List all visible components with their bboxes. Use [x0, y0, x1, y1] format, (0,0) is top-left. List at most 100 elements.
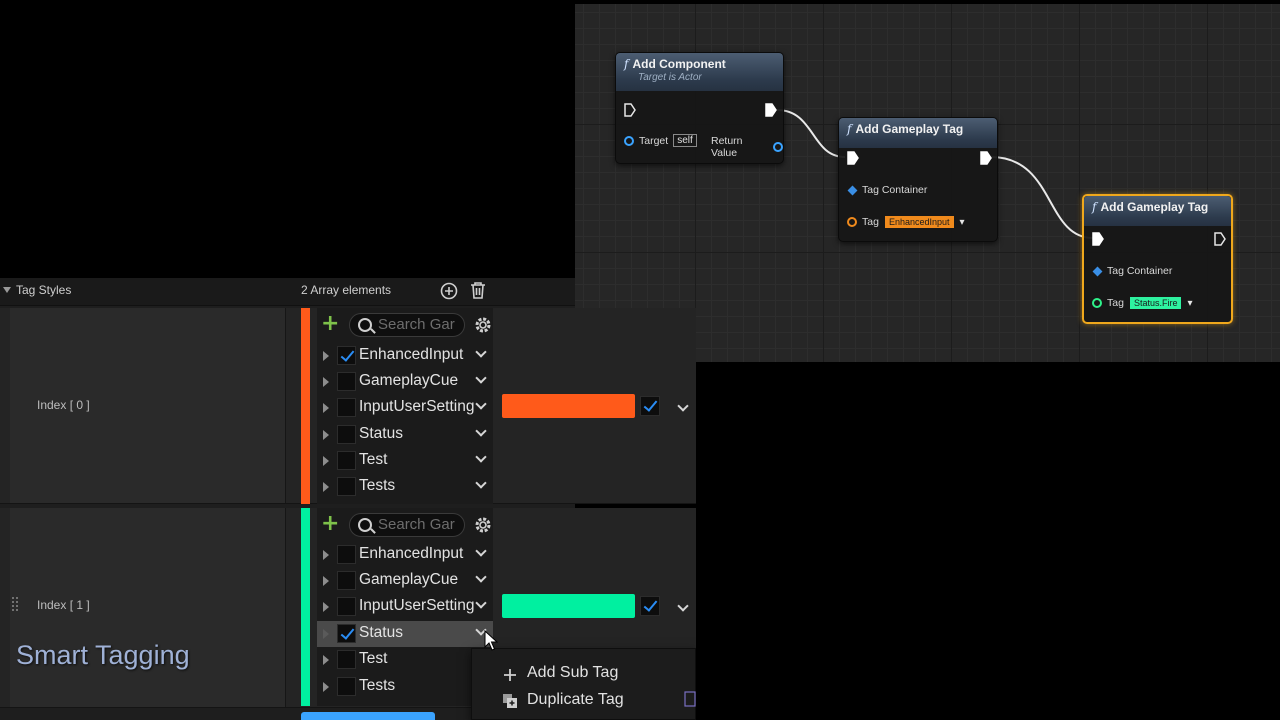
expand-triangle-icon[interactable] [323, 576, 329, 586]
exec-wire-2 [990, 156, 1094, 239]
gear-icon[interactable] [473, 515, 493, 535]
tag-item[interactable]: InputUserSetting [317, 594, 493, 620]
expand-triangle-icon[interactable] [323, 403, 329, 413]
mouse-cursor-icon [484, 630, 498, 651]
tag-name: EnhancedInput [359, 545, 464, 562]
menu-item-add-sub-tag[interactable]: Add Sub Tag [527, 664, 618, 682]
drag-handle-icon[interactable] [11, 596, 19, 612]
exec-out-pin[interactable] [980, 151, 992, 165]
expand-triangle-icon[interactable] [323, 377, 329, 387]
tag-name: Test [359, 650, 388, 667]
node-title-text: Add Gameplay Tag [1100, 200, 1209, 214]
tag-item[interactable]: EnhancedInput [317, 343, 493, 369]
expand-triangle-icon[interactable] [323, 550, 329, 560]
array-row-0: Index [ 0 ] + Search Gar EnhancedInput G… [0, 308, 696, 504]
expand-triangle-icon[interactable] [323, 351, 329, 361]
tag-name: Status [359, 425, 403, 442]
tag-item[interactable]: GameplayCue [317, 568, 493, 594]
tag-name: GameplayCue [359, 372, 459, 389]
tag-color-swatch[interactable] [502, 394, 635, 418]
chevron-down-icon[interactable] [475, 398, 487, 410]
tag-item[interactable]: Test [317, 647, 493, 673]
chevron-down-icon[interactable] [677, 602, 689, 614]
tag-checkbox[interactable] [337, 451, 356, 470]
tag-search-input[interactable]: Search Gar [349, 313, 465, 337]
tag-item[interactable]: EnhancedInput [317, 542, 493, 568]
node-add-gameplay-tag-2[interactable]: f Add Gameplay Tag Tag Container Tag Stat… [1082, 194, 1233, 324]
tag-item[interactable]: Tests [317, 474, 493, 500]
tag-color-swatch[interactable] [502, 594, 635, 618]
tag-item[interactable]: Test [317, 448, 493, 474]
target-pin-row: Target self [624, 134, 697, 147]
tag-checkbox[interactable] [337, 677, 356, 696]
tag-checkbox[interactable] [337, 545, 356, 564]
exec-out-pin[interactable] [765, 103, 777, 117]
style-enabled-checkbox[interactable] [640, 396, 660, 416]
exec-wire-1 [776, 109, 846, 158]
tag-checkbox[interactable] [337, 346, 356, 365]
tag-checkbox[interactable] [337, 624, 356, 643]
tag-search-input[interactable]: Search Gar [349, 513, 465, 537]
chevron-down-icon[interactable] [475, 597, 487, 609]
tag-pin[interactable] [1092, 298, 1102, 308]
tag-item[interactable]: GameplayCue [317, 369, 493, 395]
chevron-down-icon[interactable] [677, 402, 689, 414]
style-enabled-checkbox[interactable] [640, 596, 660, 616]
tag-item-selected[interactable]: Status [317, 621, 493, 647]
tag-value-chip[interactable]: Status.Fire [1129, 297, 1182, 309]
collapse-triangle-icon[interactable] [3, 287, 11, 293]
plus-icon [504, 669, 516, 681]
chevron-down-icon[interactable] [475, 545, 487, 557]
add-tag-plus-icon[interactable]: + [321, 513, 339, 535]
tag-checkbox[interactable] [337, 597, 356, 616]
tag-value-chip[interactable]: EnhancedInput [884, 216, 954, 228]
tag-pin-row: Tag Status.Fire ▾ [1092, 297, 1192, 309]
tag-item[interactable]: Status [317, 422, 493, 448]
chevron-down-icon[interactable] [475, 372, 487, 384]
search-icon [358, 518, 372, 532]
chevron-down-icon[interactable] [475, 571, 487, 583]
return-value-pin[interactable] [773, 142, 783, 152]
tag-pin[interactable] [847, 217, 857, 227]
target-self-value[interactable]: self [673, 134, 697, 147]
trash-icon[interactable] [470, 281, 486, 300]
tag-checkbox[interactable] [337, 650, 356, 669]
tag-checkbox[interactable] [337, 425, 356, 444]
expand-triangle-icon[interactable] [323, 430, 329, 440]
tag-pin-row: Tag EnhancedInput ▾ [847, 216, 965, 228]
chevron-down-icon[interactable] [475, 477, 487, 489]
chevron-down-icon[interactable] [475, 425, 487, 437]
menu-item-duplicate-tag[interactable]: Duplicate Tag [527, 691, 624, 709]
chevron-down-icon[interactable]: ▾ [1187, 298, 1192, 309]
tag-checkbox[interactable] [337, 571, 356, 590]
tag-item[interactable]: Tests [317, 674, 493, 700]
chevron-down-icon[interactable] [475, 451, 487, 463]
node-add-component[interactable]: f Add Component Target is Actor Target se… [615, 52, 784, 164]
add-element-icon[interactable] [440, 282, 458, 300]
exec-out-pin[interactable] [1214, 232, 1226, 246]
node-add-gameplay-tag-1[interactable]: f Add Gameplay Tag Tag Container Tag Enha… [838, 117, 998, 242]
tag-container-pin[interactable] [1092, 266, 1103, 276]
expand-triangle-icon[interactable] [323, 482, 329, 492]
tag-checkbox[interactable] [337, 372, 356, 391]
tag-checkbox[interactable] [337, 398, 356, 417]
expand-triangle-icon[interactable] [323, 629, 329, 639]
chevron-down-icon[interactable] [475, 346, 487, 358]
tag-container-pin[interactable] [847, 185, 858, 195]
gear-icon[interactable] [473, 315, 493, 335]
add-tag-plus-icon[interactable]: + [321, 313, 339, 335]
tag-name: Test [359, 451, 388, 468]
expand-triangle-icon[interactable] [323, 602, 329, 612]
function-icon: f [1092, 200, 1097, 214]
return-pin-row: Return Value [711, 135, 783, 159]
target-pin[interactable] [624, 135, 634, 146]
tag-checkbox[interactable] [337, 477, 356, 496]
chevron-down-icon[interactable]: ▾ [960, 217, 965, 228]
expand-triangle-icon[interactable] [323, 655, 329, 665]
tag-item[interactable]: InputUserSetting [317, 395, 493, 421]
exec-in-pin[interactable] [1092, 232, 1104, 246]
expand-triangle-icon[interactable] [323, 682, 329, 692]
exec-in-pin[interactable] [624, 103, 636, 117]
exec-in-pin[interactable] [847, 151, 859, 165]
expand-triangle-icon[interactable] [323, 456, 329, 466]
